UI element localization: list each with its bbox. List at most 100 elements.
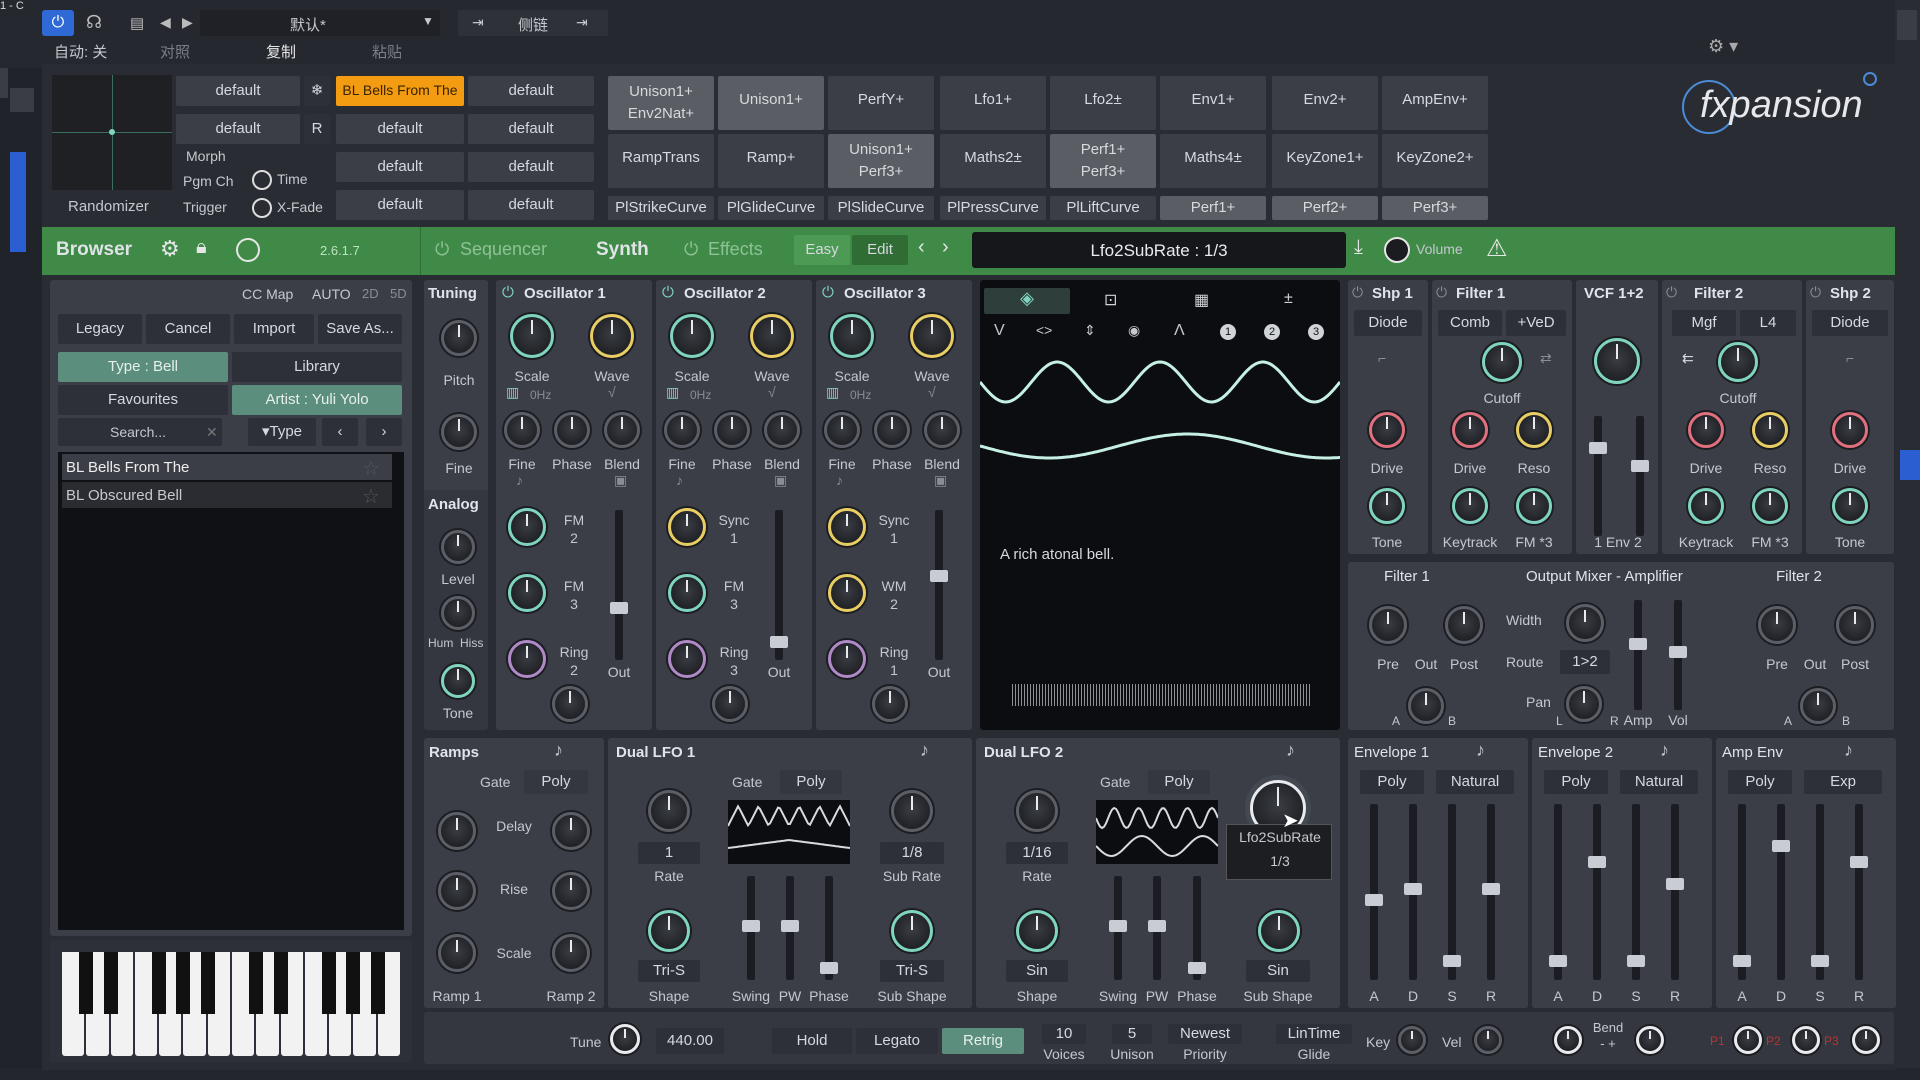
clear-search-icon[interactable]: ✕ [206, 424, 218, 441]
osc2-route-knob[interactable] [712, 686, 748, 722]
lfo1-sub-rate-value[interactable]: 1/8 [880, 842, 944, 864]
master-tune-value[interactable]: 440.00 [656, 1028, 724, 1054]
import-button[interactable]: Import [234, 314, 314, 344]
envelope-A-slider[interactable] [1365, 804, 1383, 980]
mod-slot[interactable]: PerfY+ [828, 76, 934, 130]
fine-tune-knob[interactable] [441, 414, 477, 450]
type-filter-button[interactable]: Type : Bell [58, 352, 228, 382]
power-icon[interactable]: ⏻ [662, 284, 674, 301]
lfo1-swing-slider[interactable] [742, 876, 760, 980]
warning-icon[interactable]: ⚠ [1486, 234, 1508, 263]
filter2-mode-button[interactable]: L4 [1740, 310, 1796, 336]
route-selector[interactable]: 1>2 [1560, 650, 1610, 674]
cc-map-label[interactable]: CC Map [242, 286, 293, 302]
mod-slot[interactable]: Unison1+ Env2Nat+ [608, 76, 714, 130]
auto-label[interactable]: AUTO [312, 286, 351, 302]
list-item[interactable]: BL Obscured Bell ☆ [62, 482, 392, 508]
power-icon[interactable]: ⏻ [1810, 284, 1821, 301]
power-icon[interactable]: ⏻ [42, 10, 74, 36]
auto-toggle[interactable]: 自动: 关 [54, 41, 107, 62]
osc3-mod1-knob[interactable] [828, 508, 866, 546]
lfo2-phase-slider[interactable] [1188, 876, 1206, 980]
osc1-blend-knob[interactable] [604, 412, 640, 448]
lfo2-sub-shape-value[interactable]: Sin [1246, 960, 1310, 982]
star-icon[interactable]: ☆ [362, 456, 380, 481]
osc2-fine-knob[interactable] [664, 412, 700, 448]
effects-power-icon[interactable]: ⏻ [684, 239, 698, 260]
keyboard-view-icon[interactable]: ▦ [1194, 290, 1209, 310]
search-input[interactable]: Search... ✕ [58, 418, 222, 446]
settings-gear-icon[interactable]: ⚙ [160, 236, 180, 262]
osc2-mod2-knob[interactable] [668, 574, 706, 612]
record-view-icon[interactable]: ⊡ [1104, 290, 1117, 310]
ramp1-rise-knob[interactable] [438, 872, 476, 910]
envelope-D-slider[interactable] [1404, 804, 1422, 980]
slider-thumb[interactable] [930, 570, 948, 582]
slider-thumb[interactable] [1588, 856, 1606, 868]
note-icon[interactable]: ♪ [1844, 740, 1853, 761]
save-as-button[interactable]: Save As... [318, 314, 402, 344]
black-key[interactable] [322, 952, 337, 1014]
volume-knob[interactable] [1384, 237, 1410, 263]
next-icon[interactable]: › [366, 418, 402, 446]
shp1-type-button[interactable]: Diode [1354, 310, 1422, 336]
filter2-post-knob[interactable] [1836, 606, 1874, 644]
osc2-mod3-knob[interactable] [668, 640, 706, 678]
macro-slot-6[interactable]: default [336, 114, 464, 144]
slider-thumb[interactable] [1733, 955, 1751, 967]
shp1-drive-knob[interactable] [1369, 412, 1405, 448]
cancel-button[interactable]: Cancel [146, 314, 230, 344]
envelope-D-slider[interactable] [1772, 804, 1790, 980]
perf3-knob[interactable] [1852, 1026, 1880, 1054]
envelope-curve-button[interactable]: Natural [1620, 770, 1698, 794]
power-icon[interactable]: ⏻ [1352, 284, 1363, 301]
slider-thumb[interactable] [1404, 883, 1422, 895]
power-icon[interactable]: ⏻ [822, 284, 834, 301]
mixer-ab-knob-2[interactable] [1800, 688, 1836, 724]
black-key[interactable] [103, 952, 118, 1014]
mod-curve-slot[interactable]: PlSlideCurve [828, 196, 934, 220]
mod-curve-slot[interactable]: PlStrikeCurve [608, 196, 714, 220]
osc2-wave-knob[interactable] [750, 314, 794, 358]
vcf-slider-2[interactable] [1631, 416, 1649, 536]
lfo1-rate-knob[interactable] [648, 790, 690, 832]
glide-mode-value[interactable]: LinTime [1276, 1024, 1352, 1044]
filter1-pre-knob[interactable] [1369, 606, 1407, 644]
mod-slot[interactable]: Env2+ [1272, 76, 1378, 130]
envelope-S-slider[interactable] [1443, 804, 1461, 980]
macro-slot-12[interactable]: default [468, 190, 594, 220]
voices-value[interactable]: 10 [1042, 1024, 1086, 1044]
sequencer-power-icon[interactable]: ⏻ [435, 239, 449, 260]
mod-slot[interactable]: Env1+ [1160, 76, 1266, 130]
lfo2-shape-value[interactable]: Sin [1006, 960, 1068, 982]
osc2-out-slider[interactable] [770, 510, 788, 660]
slider-thumb[interactable] [1443, 955, 1461, 967]
sequencer-tab[interactable]: Sequencer [460, 239, 547, 260]
lfo1-poly-button[interactable]: Poly [780, 770, 842, 794]
edit-button[interactable]: Edit [852, 235, 908, 265]
envelope-curve-button[interactable]: Natural [1436, 770, 1514, 794]
macro-slot-11[interactable]: default [468, 152, 594, 182]
save-icon[interactable]: ⤓ [1354, 236, 1363, 259]
black-key[interactable] [346, 952, 361, 1014]
osc2-blend-knob[interactable] [764, 412, 800, 448]
osc1-route-knob[interactable] [552, 686, 588, 722]
slider-thumb[interactable] [610, 602, 628, 614]
filter1-drive-knob[interactable] [1452, 412, 1488, 448]
slider-thumb[interactable] [1627, 955, 1645, 967]
osc1-mod1-knob[interactable] [508, 508, 546, 546]
mod-slot[interactable]: Perf1+ Perf3+ [1050, 134, 1156, 188]
prev-preset-icon[interactable]: ◀ [160, 14, 171, 31]
browser-tab[interactable]: Browser [56, 239, 132, 261]
time-radio[interactable] [252, 170, 272, 190]
gear-icon[interactable]: ⚙ ▾ [1708, 36, 1768, 58]
ramp2-rise-knob[interactable] [552, 872, 590, 910]
slider-thumb[interactable] [1549, 955, 1567, 967]
headphone-icon[interactable]: ☊ [86, 12, 102, 33]
shp1-tone-knob[interactable] [1369, 488, 1405, 524]
osc1-mod2-knob[interactable] [508, 574, 546, 612]
filter1-type-button[interactable]: Comb [1438, 310, 1502, 336]
mod-slot[interactable]: KeyZone2+ [1382, 134, 1488, 188]
v-expand-icon[interactable]: ⇕ [1084, 322, 1096, 339]
piano-keyboard[interactable] [50, 940, 412, 1062]
